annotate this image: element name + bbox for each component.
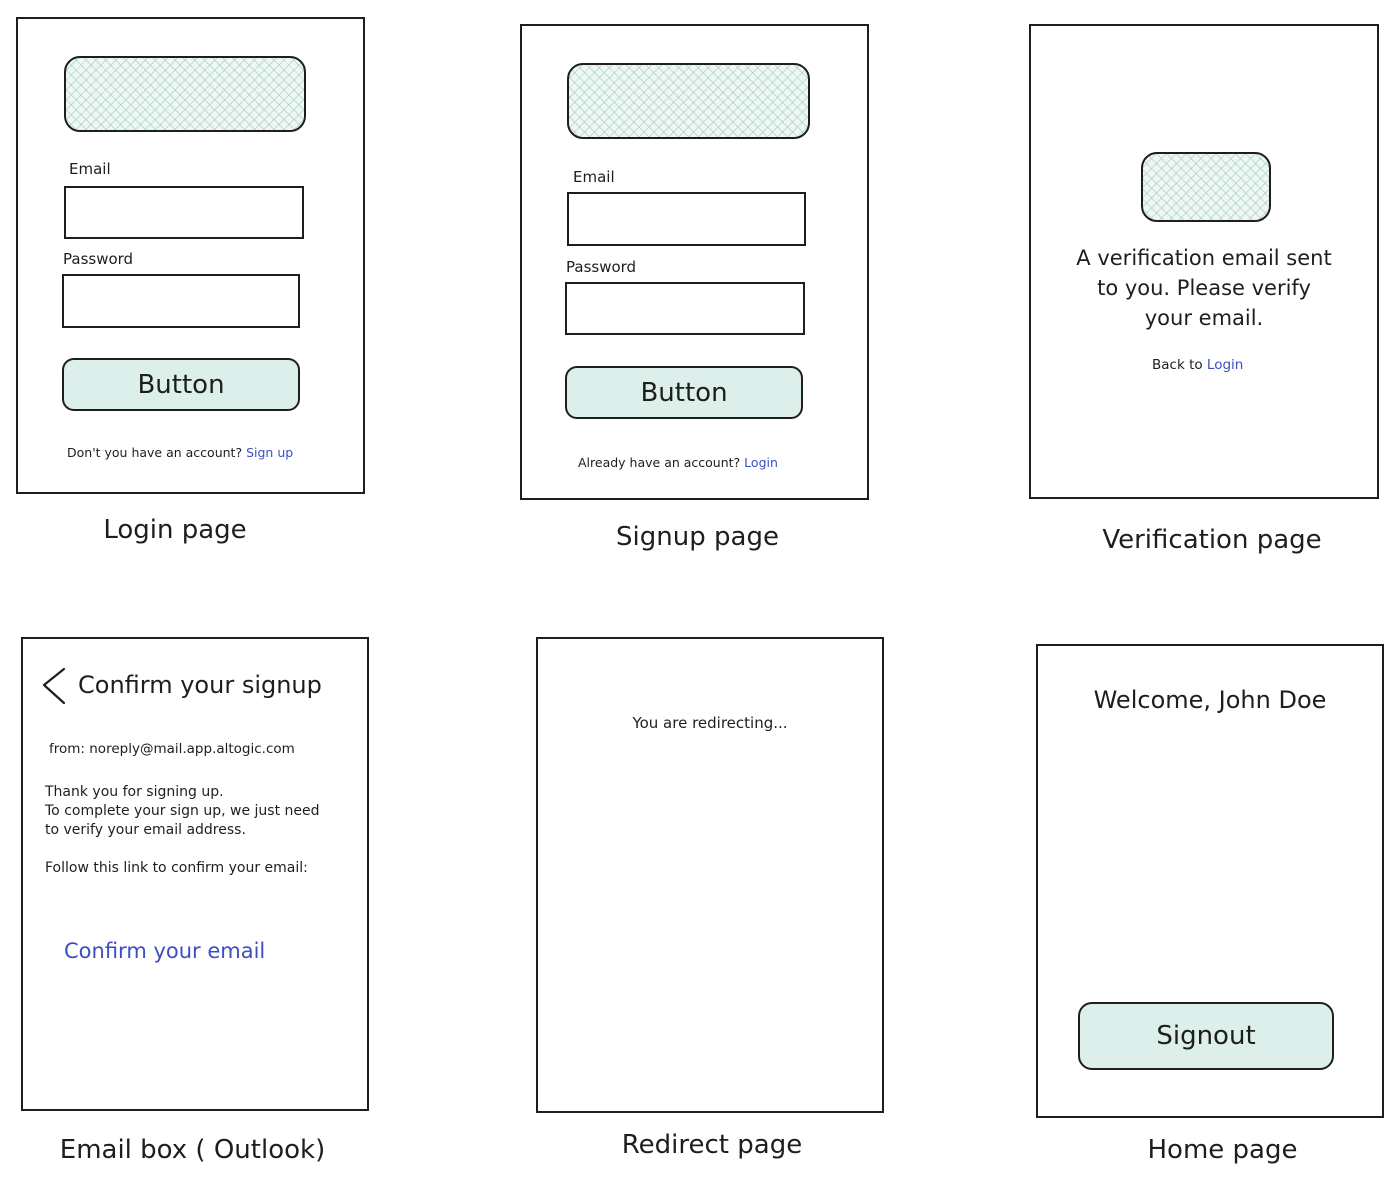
verification-login-link[interactable]: Login	[1207, 357, 1243, 373]
confirm-email-link[interactable]: Confirm your email	[64, 939, 265, 963]
email-from: from: noreply@mail.app.altogic.com	[49, 741, 295, 757]
login-footer-text: Don't you have an account?	[67, 445, 243, 460]
email-box-caption: Email box ( Outlook)	[59, 1135, 326, 1165]
login-logo-placeholder	[64, 56, 306, 132]
login-link[interactable]: Login	[744, 455, 778, 470]
email-body-line3: to verify your email address.	[45, 822, 246, 838]
login-password-input[interactable]	[62, 274, 300, 328]
email-body-line1: Thank you for signing up.	[45, 784, 224, 800]
redirect-message: You are redirecting...	[632, 714, 788, 732]
home-welcome: Welcome, John Doe	[1093, 686, 1327, 714]
home-page-caption: Home page	[1147, 1135, 1298, 1165]
signup-password-label: Password	[566, 258, 637, 276]
login-button[interactable]: Button	[62, 358, 300, 411]
email-title: Confirm your signup	[78, 671, 322, 699]
email-body-line2: To complete your sign up, we just need	[45, 803, 320, 819]
chevron-left-icon[interactable]	[38, 665, 68, 707]
verification-message-line1: A verification email sent	[1076, 246, 1332, 270]
verification-logo-placeholder	[1141, 152, 1271, 222]
verification-message-line3: your email.	[1144, 306, 1264, 330]
login-footer: Don't you have an account? Sign up	[67, 445, 293, 460]
signup-footer-text: Already have an account?	[578, 455, 741, 470]
redirect-page-frame	[536, 637, 884, 1113]
email-body: Thank you for signing up. To complete yo…	[45, 783, 360, 840]
signup-password-input[interactable]	[565, 282, 805, 335]
email-body-line4: Follow this link to confirm your email:	[45, 860, 308, 876]
verification-message: A verification email sent to you. Please…	[1039, 243, 1369, 333]
redirect-page-caption: Redirect page	[621, 1130, 803, 1160]
signup-logo-placeholder	[567, 63, 810, 139]
signup-page-caption: Signup page	[616, 522, 779, 552]
login-page-caption: Login page	[103, 515, 247, 545]
login-email-input[interactable]	[64, 186, 304, 239]
signup-email-label: Email	[573, 168, 615, 186]
verification-back-text: Back to	[1152, 357, 1203, 373]
signup-button[interactable]: Button	[565, 366, 803, 419]
login-email-label: Email	[69, 160, 111, 178]
verification-page-caption: Verification page	[1102, 525, 1322, 555]
verification-back: Back to Login	[1152, 357, 1243, 373]
signup-email-input[interactable]	[567, 192, 806, 246]
signup-link[interactable]: Sign up	[246, 445, 293, 460]
signup-footer: Already have an account? Login	[578, 455, 778, 470]
verification-message-line2: to you. Please verify	[1097, 276, 1311, 300]
signout-button[interactable]: Signout	[1078, 1002, 1334, 1070]
login-password-label: Password	[63, 250, 134, 268]
